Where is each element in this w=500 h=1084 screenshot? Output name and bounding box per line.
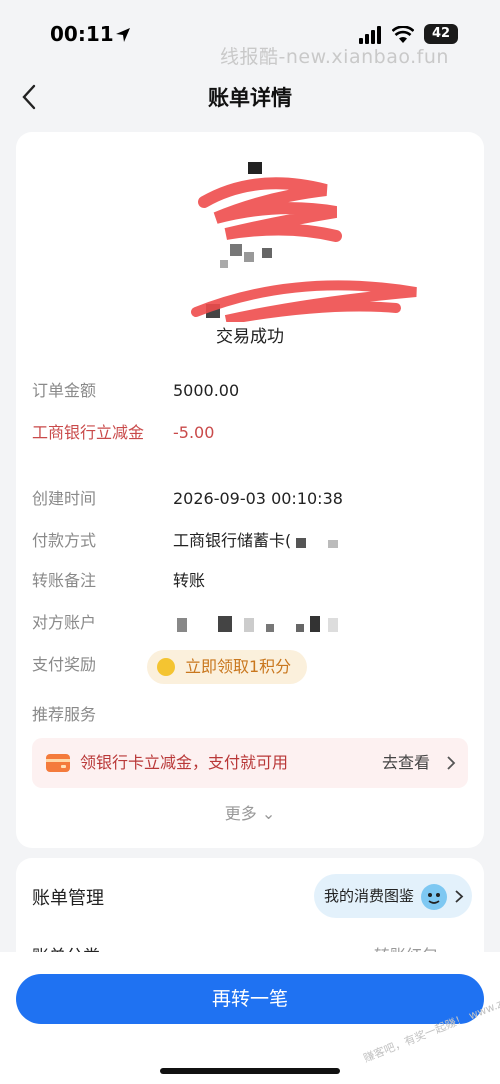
chevron-right-icon — [455, 890, 464, 903]
detail-label: 支付奖励 — [32, 655, 97, 674]
detail-value: 工商银行储蓄卡( — [173, 531, 292, 550]
bill-detail-card: 交易成功 订单金额 5000.00 工商银行立减金 -5.00 创建时间 202… — [16, 132, 484, 848]
promo-text: 领银行卡立减金，支付就可用 — [80, 753, 289, 772]
status-time: 00:11 — [50, 22, 114, 46]
chevron-right-icon — [447, 756, 456, 770]
claim-points-label: 立即领取1积分 — [185, 657, 292, 676]
watermark-text: 线报酷-new.xianbao.fun — [220, 46, 449, 68]
consumption-atlas-label: 我的消费图鉴 — [324, 887, 415, 905]
redaction-block — [296, 538, 306, 548]
redaction-block — [328, 540, 338, 548]
bank-card-promo[interactable]: 领银行卡立减金，支付就可用 去查看 — [32, 738, 468, 788]
detail-value: -5.00 — [173, 423, 215, 442]
detail-label: 创建时间 — [32, 489, 97, 508]
battery-indicator: 42 — [424, 24, 458, 44]
detail-label: 付款方式 — [32, 531, 97, 550]
transaction-status: 交易成功 — [216, 327, 284, 347]
redaction-block — [218, 616, 232, 632]
transfer-again-button[interactable]: 再转一笔 — [16, 974, 484, 1024]
location-arrow-icon — [116, 28, 130, 42]
detail-label: 对方账户 — [32, 613, 97, 632]
redaction-block — [296, 624, 304, 632]
nav-bar: 账单详情 — [0, 72, 500, 122]
redaction-block — [177, 618, 187, 632]
claim-points-button[interactable]: 立即领取1积分 — [147, 650, 307, 684]
redacted-amount-graphic — [191, 162, 417, 322]
status-bar: 00:11 线报酷-new.xianbao.fun 42 — [0, 0, 500, 70]
redaction-block — [244, 618, 254, 632]
detail-value: 5000.00 — [173, 381, 240, 400]
promo-link[interactable]: 去查看 — [382, 738, 430, 788]
home-indicator — [160, 1068, 340, 1074]
bank-card-icon — [46, 754, 70, 772]
signal-icon — [359, 26, 381, 44]
page-title: 账单详情 — [208, 86, 292, 110]
detail-value: 2026-09-03 00:10:38 — [173, 489, 343, 508]
detail-value: 转账 — [173, 571, 206, 590]
coin-icon — [157, 658, 175, 676]
bill-management-title: 账单管理 — [32, 888, 104, 909]
detail-label: 工商银行立减金 — [32, 423, 145, 442]
detail-label: 转账备注 — [32, 571, 97, 590]
redaction-block — [310, 616, 320, 632]
detail-label: 推荐服务 — [32, 705, 97, 724]
consumption-atlas-button[interactable]: 我的消费图鉴 — [314, 874, 472, 918]
more-toggle[interactable]: 更多 ⌄ — [16, 800, 484, 824]
mascot-icon — [421, 884, 447, 910]
redaction-block — [266, 624, 274, 632]
detail-label: 订单金额 — [32, 381, 97, 400]
redaction-block — [328, 618, 338, 632]
wifi-icon — [392, 26, 414, 43]
